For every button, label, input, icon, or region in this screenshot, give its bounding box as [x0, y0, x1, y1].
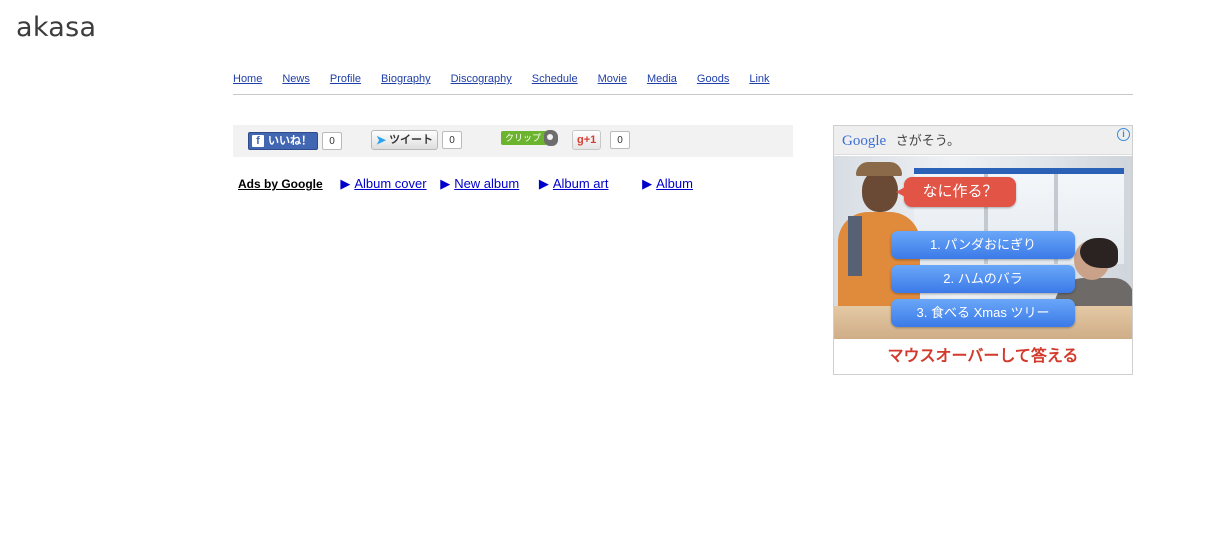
nav-biography[interactable]: Biography	[381, 72, 431, 86]
nav-media[interactable]: Media	[647, 72, 677, 86]
nav-link[interactable]: Link	[749, 72, 769, 86]
ad-footer-cta[interactable]: マウスオーバーして答える	[834, 339, 1132, 374]
google-ad-links: Ads by Google ▶ Album cover ▶ New album ▶ A…	[238, 176, 703, 192]
ad-photo-hair-2	[1080, 238, 1118, 268]
play-triangle-icon: ▶	[340, 176, 351, 191]
google-brand-text: Google	[842, 133, 887, 149]
site-logo[interactable]: akasa	[16, 12, 96, 43]
ad-link-label: Album cover	[354, 176, 427, 191]
gplus-button[interactable]: g+1	[572, 130, 602, 150]
ad-option-1[interactable]: 1. パンダおにぎり	[891, 231, 1075, 259]
ad-question-bubble: なに作る？	[896, 177, 1016, 207]
facebook-like-label: いいね！	[268, 135, 312, 147]
google-display-ad[interactable]: Google さがそう。 i なに作る？ 1. パンダおにぎり 2. ハムのバラ…	[833, 125, 1133, 375]
ad-option-2[interactable]: 2. ハムのバラ	[891, 265, 1075, 293]
ad-link-label: Album art	[552, 176, 609, 191]
nav-home[interactable]: Home	[233, 72, 262, 86]
nav-schedule[interactable]: Schedule	[532, 72, 578, 86]
ad-link-label: New album	[454, 176, 520, 191]
tweet-label: ツイート	[389, 134, 434, 146]
facebook-like-count: 0	[322, 132, 342, 150]
gplus-count: 0	[610, 131, 630, 149]
gplus-icon: g	[577, 134, 584, 146]
nav-movie[interactable]: Movie	[598, 72, 627, 86]
facebook-icon: f	[252, 135, 264, 147]
evernote-clip-button[interactable]: クリップ	[501, 131, 554, 145]
tweet-button[interactable]: ➤ ツイート	[371, 130, 439, 150]
ad-option-3[interactable]: 3. 食べる Xmas ツリー	[891, 299, 1075, 327]
ad-link-album[interactable]: ▶ Album	[642, 176, 693, 191]
ad-link-album-art[interactable]: ▶ Album art	[539, 176, 609, 191]
play-triangle-icon: ▶	[538, 176, 549, 191]
ads-by-google-label[interactable]: Ads by Google	[238, 177, 323, 191]
main-nav: Home News Profile Biography Discography …	[233, 72, 1133, 95]
gplus-label: +1	[583, 134, 597, 146]
facebook-like-button[interactable]: f いいね！	[248, 132, 318, 150]
evernote-icon[interactable]	[544, 130, 558, 146]
tweet-count: 0	[442, 131, 462, 149]
ad-link-label: Album	[656, 176, 693, 191]
google-logo: Google	[842, 133, 887, 149]
nav-goods[interactable]: Goods	[697, 72, 729, 86]
ad-header: Google さがそう。	[834, 126, 1132, 155]
nav-discography[interactable]: Discography	[451, 72, 512, 86]
ad-tagline: さがそう。	[895, 133, 961, 148]
ad-photo-head	[862, 170, 898, 212]
play-triangle-icon: ▶	[642, 176, 653, 191]
ad-photo-shirt	[848, 216, 862, 276]
ad-link-new-album[interactable]: ▶ New album	[440, 176, 519, 191]
ad-info-icon[interactable]: i	[1117, 128, 1130, 141]
social-share-bar: f いいね！ 0 ➤ ツイート 0 クリップ g+1 0	[233, 125, 793, 157]
nav-profile[interactable]: Profile	[330, 72, 361, 86]
ad-photo-hat	[856, 162, 902, 176]
play-triangle-icon: ▶	[440, 176, 451, 191]
twitter-bird-icon: ➤	[376, 133, 387, 147]
nav-news[interactable]: News	[282, 72, 310, 86]
ad-link-album-cover[interactable]: ▶ Album cover	[340, 176, 426, 191]
ad-photo: なに作る？ 1. パンダおにぎり 2. ハムのバラ 3. 食べる Xmas ツリ…	[834, 156, 1132, 339]
